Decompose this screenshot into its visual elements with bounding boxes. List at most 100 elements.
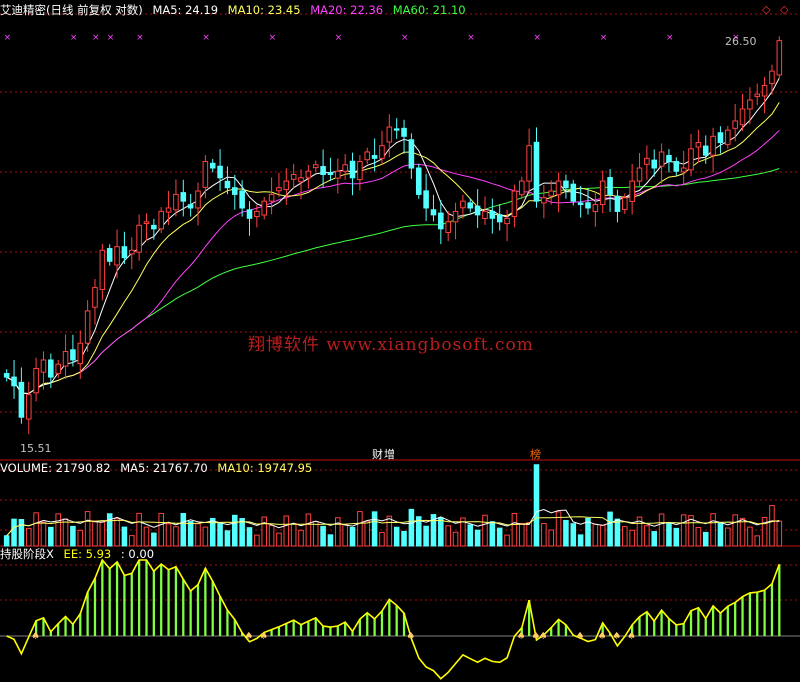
volume-bar-down — [70, 525, 76, 547]
ee-value: EE: 5.93 — [63, 547, 112, 561]
volume-bar-down — [702, 531, 709, 547]
volume-bar-down — [496, 527, 503, 547]
volume-bar-down — [717, 522, 724, 547]
down-candle — [702, 145, 709, 156]
volume-bar-up — [622, 526, 628, 547]
up-candle — [747, 99, 753, 110]
volume-bar-down — [224, 530, 231, 547]
ee-cross-marker: ♠ — [576, 631, 585, 642]
up-candle — [548, 190, 554, 197]
down-candle — [577, 202, 584, 206]
volume-bar-up — [62, 518, 69, 547]
indicator-header: 持股阶段X EE: 5.93 : 0.00 — [0, 546, 160, 562]
up-candle — [445, 221, 451, 233]
down-candle — [585, 202, 591, 209]
down-candle — [533, 141, 540, 202]
volume-bar-up — [268, 525, 275, 547]
down-candle — [614, 195, 621, 212]
down-candle — [563, 180, 569, 189]
volume-bar-up — [710, 513, 716, 547]
down-candle — [48, 359, 54, 378]
volume-bar-up — [658, 513, 665, 547]
volume-bar-down — [423, 525, 429, 547]
ee-cross-marker: ♠ — [406, 631, 415, 642]
volume-bar-up — [158, 512, 164, 547]
down-candle — [496, 214, 503, 223]
volume-bar-down — [438, 517, 444, 547]
down-candle — [666, 155, 672, 163]
up-candle — [77, 342, 84, 365]
volume-bar-up — [136, 512, 142, 547]
up-candle — [195, 190, 201, 209]
collapse-icon[interactable]: ◇ — [762, 3, 770, 16]
volume-bar-up — [128, 535, 135, 547]
up-candle — [276, 187, 282, 192]
up-candle — [511, 190, 518, 217]
volume-bar-down — [327, 534, 334, 547]
down-candle — [651, 159, 658, 169]
up-candle — [312, 164, 319, 169]
ee-cross-marker: ♠ — [259, 631, 268, 642]
down-candle — [474, 205, 481, 216]
down-candle — [349, 160, 356, 179]
volume-bar-down — [607, 511, 613, 547]
up-candle — [688, 148, 694, 171]
down-candle — [327, 172, 334, 176]
volume-bar-down — [3, 535, 10, 547]
volume-bar-down — [151, 532, 157, 547]
down-candle — [70, 349, 76, 361]
volume-bar-down — [48, 526, 54, 547]
down-candle — [224, 180, 231, 189]
volume-bar-down — [217, 522, 223, 547]
up-candle — [158, 210, 164, 230]
volume-bar-up — [195, 523, 201, 547]
up-candle — [254, 210, 260, 218]
volume-bar-down — [673, 527, 680, 547]
candlestick-series — [3, 36, 783, 435]
volume-bar-down — [393, 526, 400, 547]
volume-bar-down — [320, 525, 326, 547]
volume-bar-down — [489, 521, 496, 547]
down-candle — [187, 204, 194, 209]
volume-bar-up — [379, 531, 385, 547]
volume-bar-down — [474, 529, 481, 547]
low-price-label: 15.51 — [20, 442, 52, 455]
up-candle — [622, 197, 628, 211]
volume-bar-up — [739, 517, 746, 547]
grid-lines — [0, 13, 800, 637]
volume-bar-up — [77, 529, 84, 547]
up-candle — [165, 207, 172, 213]
stock-title: 艾迪精密(日线 前复权 对数) — [0, 3, 143, 17]
up-candle — [298, 177, 304, 183]
volume-bar-up — [548, 529, 554, 547]
down-candle — [423, 190, 429, 209]
up-candle — [526, 145, 532, 182]
up-candle — [55, 363, 61, 374]
up-candle — [754, 93, 761, 97]
down-candle — [371, 155, 378, 159]
up-candle — [357, 161, 363, 181]
volume-bar-up — [283, 515, 290, 547]
volume-bar-up — [364, 520, 371, 547]
ma20-value: MA20: 22.36 — [310, 3, 384, 17]
volume-bar-down — [666, 522, 672, 547]
volume-bar-up — [335, 517, 341, 547]
up-candle — [761, 84, 768, 97]
up-candle — [592, 204, 599, 213]
ee-cross-marker: ♠ — [245, 631, 254, 642]
expand-icon[interactable]: ◇ — [780, 3, 788, 16]
price-header: 艾迪精密(日线 前复权 对数) MA5: 24.19 MA10: 23.45 M… — [0, 2, 472, 18]
event-mark-3: 榜 — [530, 447, 541, 461]
up-candle — [33, 367, 39, 394]
up-candle — [305, 170, 312, 179]
volume-bar-up — [769, 505, 775, 547]
up-candle — [128, 249, 135, 255]
volume-bar-down — [180, 512, 187, 547]
down-candle — [415, 167, 422, 195]
volume-bar-up — [732, 514, 738, 547]
volume-bar-up — [84, 511, 91, 547]
zero-value: : 0.00 — [120, 547, 155, 561]
down-candle — [246, 209, 253, 219]
up-candle — [710, 135, 716, 156]
signal-marker: × — [70, 33, 78, 43]
